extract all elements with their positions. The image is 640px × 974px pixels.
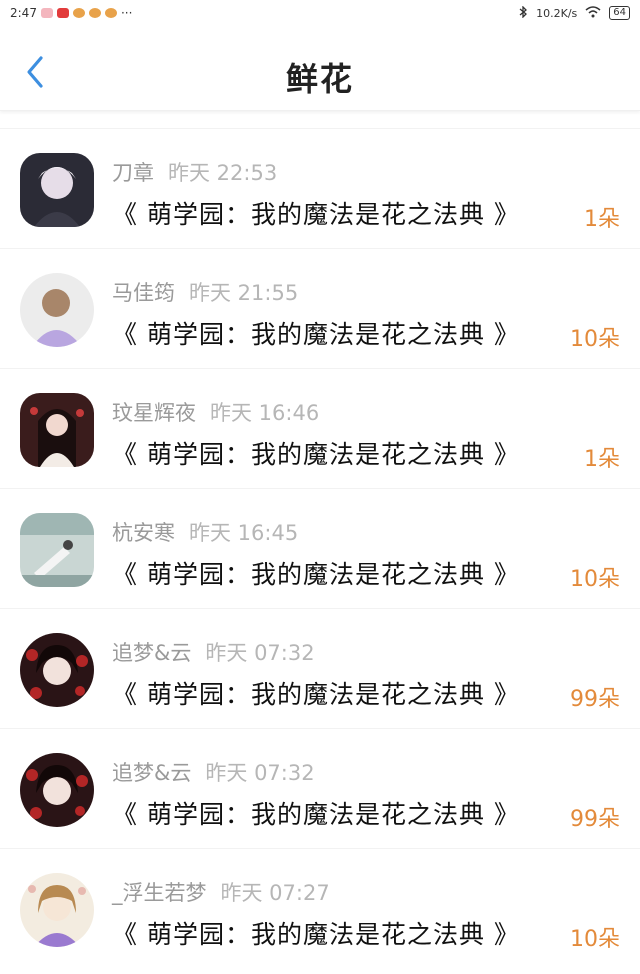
- bluetooth-icon: [518, 4, 528, 21]
- user-name: 马佳筠: [112, 281, 175, 305]
- flower-list: 刀章 昨天 22:53 《 萌学园：我的魔法是花之法典 》 1朵 马佳筠 昨天 21…: [0, 128, 640, 968]
- list-item[interactable]: 马佳筠 昨天 21:55 《 萌学园：我的魔法是花之法典 》 10朵: [0, 248, 640, 368]
- avatar[interactable]: [20, 753, 94, 827]
- network-speed: 10.2K/s: [536, 6, 578, 20]
- gift-time: 昨天 22:53: [168, 161, 278, 185]
- flower-count: 1朵: [584, 447, 620, 472]
- flower-count: 99朵: [570, 687, 620, 712]
- user-name: 杭安寒: [112, 521, 175, 545]
- user-name: 追梦&云: [112, 761, 192, 785]
- notification-app-icon: [104, 8, 117, 18]
- flower-count: 1朵: [584, 207, 620, 232]
- gift-time: 昨天 21:55: [189, 281, 299, 305]
- book-title: 《 萌学园：我的魔法是花之法典 》: [112, 800, 520, 829]
- gift-meta: 杭安寒 昨天 16:45: [112, 517, 298, 547]
- notification-app-icon: [88, 8, 101, 18]
- gift-meta: 玟星辉夜 昨天 16:46: [112, 397, 319, 427]
- book-title: 《 萌学园：我的魔法是花之法典 》: [112, 680, 520, 709]
- page-title: 鲜花: [285, 60, 354, 98]
- list-item[interactable]: 玟星辉夜 昨天 16:46 《 萌学园：我的魔法是花之法典 》 1朵: [0, 368, 640, 488]
- avatar[interactable]: [20, 873, 94, 947]
- avatar[interactable]: [20, 633, 94, 707]
- gift-meta: 追梦&云 昨天 07:32: [112, 757, 315, 787]
- list-item[interactable]: 追梦&云 昨天 07:32 《 萌学园：我的魔法是花之法典 》 99朵: [0, 728, 640, 848]
- app-header: 鲜花: [0, 26, 640, 111]
- battery-indicator: 64: [609, 6, 630, 20]
- list-item[interactable]: 刀章 昨天 22:53 《 萌学园：我的魔法是花之法典 》 1朵: [0, 128, 640, 248]
- book-title: 《 萌学园：我的魔法是花之法典 》: [112, 200, 520, 229]
- flower-count: 10朵: [570, 327, 620, 352]
- status-left: 2:47 ···: [10, 6, 132, 20]
- gift-time: 昨天 07:27: [220, 881, 330, 905]
- gift-time: 昨天 16:45: [189, 521, 299, 545]
- book-title: 《 萌学园：我的魔法是花之法典 》: [112, 320, 520, 349]
- status-time: 2:47: [10, 6, 37, 20]
- list-item[interactable]: 追梦&云 昨天 07:32 《 萌学园：我的魔法是花之法典 》 99朵: [0, 608, 640, 728]
- notification-app-icon: [40, 8, 53, 18]
- user-name: 玟星辉夜: [112, 401, 196, 425]
- status-more-dots: ···: [120, 6, 133, 20]
- avatar[interactable]: [20, 153, 94, 227]
- gift-meta: _浮生若梦 昨天 07:27: [112, 877, 330, 907]
- flower-count: 99朵: [570, 807, 620, 832]
- user-name: _浮生若梦: [112, 881, 207, 905]
- user-name: 刀章: [112, 161, 154, 185]
- gift-time: 昨天 07:32: [205, 761, 315, 785]
- avatar[interactable]: [20, 513, 94, 587]
- user-name: 追梦&云: [112, 641, 192, 665]
- list-item[interactable]: 杭安寒 昨天 16:45 《 萌学园：我的魔法是花之法典 》 10朵: [0, 488, 640, 608]
- gift-meta: 追梦&云 昨天 07:32: [112, 637, 315, 667]
- status-bar: 2:47 ··· 10.2K/s 64: [0, 0, 640, 26]
- avatar[interactable]: [20, 273, 94, 347]
- book-title: 《 萌学园：我的魔法是花之法典 》: [112, 920, 520, 949]
- flower-count: 10朵: [570, 567, 620, 592]
- gift-time: 昨天 07:32: [205, 641, 315, 665]
- book-title: 《 萌学园：我的魔法是花之法典 》: [112, 560, 520, 589]
- notification-app-icon: [72, 8, 85, 18]
- gift-meta: 马佳筠 昨天 21:55: [112, 277, 298, 307]
- book-title: 《 萌学园：我的魔法是花之法典 》: [112, 440, 520, 469]
- list-item[interactable]: _浮生若梦 昨天 07:27 《 萌学园：我的魔法是花之法典 》 10朵: [0, 848, 640, 968]
- gift-time: 昨天 16:46: [210, 401, 320, 425]
- gift-meta: 刀章 昨天 22:53: [112, 157, 277, 187]
- flower-count: 10朵: [570, 927, 620, 952]
- wifi-icon: [585, 5, 601, 21]
- avatar[interactable]: [20, 393, 94, 467]
- status-right: 10.2K/s 64: [518, 4, 630, 21]
- notification-app-icon: [56, 8, 69, 18]
